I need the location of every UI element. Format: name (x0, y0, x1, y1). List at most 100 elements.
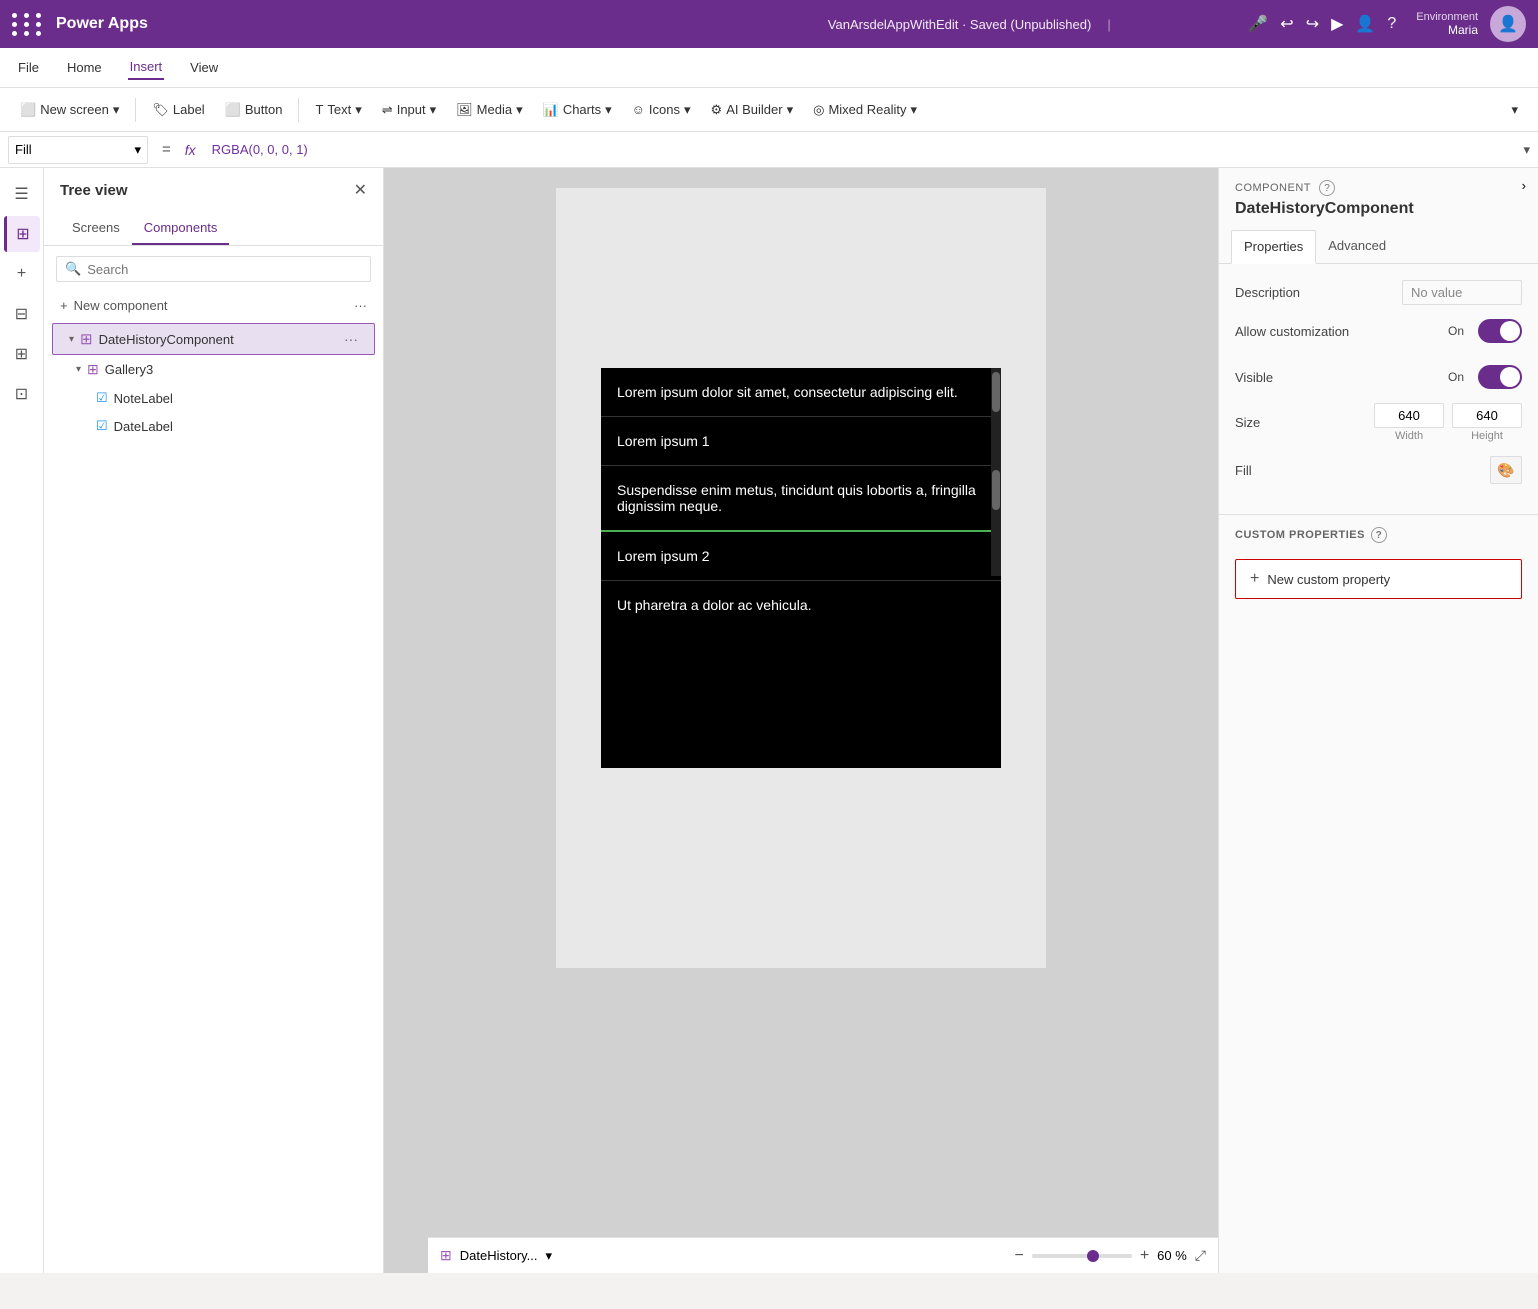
undo-icon[interactable]: ↩ (1280, 14, 1293, 34)
canvas-row-3: Lorem ipsum 2 (601, 532, 1001, 581)
user-add-icon[interactable]: 👤 (1355, 14, 1375, 34)
tree-item-datelabel[interactable]: ☑ DateLabel (44, 412, 383, 440)
text-chevron-icon: ▾ (355, 102, 362, 118)
new-custom-property-button[interactable]: + New custom property (1235, 559, 1522, 599)
chevron-down-icon: ▾ (69, 334, 74, 345)
new-component-button[interactable]: + New component ··· (44, 292, 383, 319)
zoom-slider[interactable] (1032, 1254, 1132, 1258)
side-add-icon[interactable]: + (4, 256, 40, 292)
new-screen-chevron-icon: ▾ (113, 102, 120, 118)
icons-chevron-icon: ▾ (684, 102, 691, 118)
menu-insert[interactable]: Insert (128, 55, 165, 80)
new-prop-plus-icon: + (1250, 570, 1259, 588)
tree-item-notelabel[interactable]: ☑ NoteLabel (44, 384, 383, 412)
formula-expand-icon[interactable]: ▾ (1523, 142, 1530, 158)
tab-advanced[interactable]: Advanced (1316, 230, 1398, 263)
width-field: Width (1374, 403, 1444, 442)
canvas-content: Lorem ipsum dolor sit amet, consectetur … (556, 188, 1046, 968)
fill-preview[interactable]: 🎨 (1490, 456, 1522, 484)
tree-item-datehistorycomponent[interactable]: ▾ ⊞ DateHistoryComponent ··· (52, 323, 375, 355)
more-button[interactable]: ▾ (1503, 98, 1526, 122)
screen-grid-icon: ⊞ (440, 1247, 452, 1264)
mic-icon[interactable]: 🎤 (1248, 14, 1268, 34)
mixed-reality-button[interactable]: ◎ Mixed Reality ▾ (805, 98, 925, 122)
screen-chevron-icon[interactable]: ▾ (546, 1248, 553, 1264)
right-panel-expand-icon[interactable]: › (1522, 178, 1526, 193)
new-screen-button[interactable]: ⬜ New screen ▾ (12, 98, 127, 122)
side-menu-icon[interactable]: ☰ (4, 176, 40, 212)
canvas-row-1: Lorem ipsum 1 (601, 417, 1001, 466)
label-button[interactable]: 🏷 Label (144, 98, 212, 122)
tab-screens[interactable]: Screens (60, 212, 132, 245)
user-avatar[interactable]: 👤 (1490, 6, 1526, 42)
component-help-icon[interactable]: ? (1319, 180, 1335, 196)
tree-items: ▾ ⊞ DateHistoryComponent ··· ▾ ⊞ Gallery… (44, 319, 383, 1273)
item-more-icon[interactable]: ··· (344, 331, 358, 347)
mr-icon: ◎ (813, 102, 824, 118)
property-dropdown[interactable]: Fill ▾ (8, 136, 148, 164)
menu-file[interactable]: File (16, 56, 41, 79)
search-input[interactable] (87, 262, 362, 277)
zoom-minus-icon[interactable]: − (1014, 1247, 1023, 1265)
allow-customization-toggle[interactable] (1478, 319, 1522, 343)
ai-builder-button[interactable]: ⚙ AI Builder ▾ (703, 98, 802, 122)
separator-2 (298, 98, 299, 122)
text-button[interactable]: T Text ▾ (307, 98, 369, 122)
icons-button[interactable]: ☺ Icons ▾ (624, 98, 699, 122)
description-label: Description (1235, 285, 1300, 300)
visible-toggle[interactable] (1478, 365, 1522, 389)
height-input[interactable] (1452, 403, 1522, 428)
label-icon: 🏷 (152, 102, 169, 118)
button-button[interactable]: ⬜ Button (217, 98, 291, 122)
side-variables-icon[interactable]: ⊞ (4, 336, 40, 372)
topbar: Power Apps VanArsdelAppWithEdit · Saved … (0, 0, 1538, 48)
side-tree-icon[interactable]: ⊞ (4, 216, 40, 252)
toolbar: ⬜ New screen ▾ 🏷 Label ⬜ Button T Text ▾… (0, 88, 1538, 132)
component-icon: ⊞ (80, 330, 93, 348)
allow-customization-field: Allow customization On (1235, 319, 1522, 343)
zoom-value: 60 % (1157, 1248, 1187, 1263)
mr-chevron-icon: ▾ (910, 102, 917, 118)
side-data-icon[interactable]: ⊟ (4, 296, 40, 332)
zoom-expand-icon[interactable]: ⤢ (1195, 1247, 1206, 1264)
height-field: Height (1452, 403, 1522, 442)
help-icon[interactable]: ? (1387, 15, 1396, 33)
width-input[interactable] (1374, 403, 1444, 428)
tab-components[interactable]: Components (132, 212, 230, 245)
input-button[interactable]: ⇌ Input ▾ (374, 98, 444, 122)
description-value[interactable]: No value (1402, 280, 1522, 305)
play-icon[interactable]: ▶ (1331, 14, 1343, 34)
main-layout: ☰ ⊞ + ⊟ ⊞ ⊡ Tree view ✕ Screens Componen… (0, 168, 1538, 1273)
dropdown-chevron-icon: ▾ (134, 142, 141, 158)
visible-on-label: On (1448, 370, 1464, 384)
media-button[interactable]: 🖼 Media ▾ (448, 98, 530, 122)
fill-field: Fill 🎨 (1235, 456, 1522, 484)
tree-item-gallery3[interactable]: ▾ ⊞ Gallery3 (44, 355, 383, 384)
more-chevron-icon: ▾ (1511, 102, 1518, 118)
apps-grid-icon[interactable] (12, 13, 44, 36)
charts-button[interactable]: 📊 Charts ▾ (535, 98, 620, 122)
side-media-icon[interactable]: ⊡ (4, 376, 40, 412)
fill-icon: 🎨 (1497, 462, 1514, 479)
zoom-plus-icon[interactable]: + (1140, 1247, 1149, 1265)
ai-chevron-icon: ▾ (787, 102, 794, 118)
environment-info: Environment Maria (1416, 11, 1478, 37)
input-icon: ⇌ (382, 102, 393, 118)
topbar-actions: 🎤 ↩ ↪ ▶ 👤 ? (1248, 14, 1396, 34)
tab-properties[interactable]: Properties (1231, 230, 1316, 264)
menu-home[interactable]: Home (65, 56, 104, 79)
tree-tabs: Screens Components (44, 212, 383, 246)
canvas-row-0: Lorem ipsum dolor sit amet, consectetur … (601, 368, 1001, 417)
side-icons: ☰ ⊞ + ⊟ ⊞ ⊡ (0, 168, 44, 1273)
formula-input[interactable]: RGBA(0, 0, 0, 1) (204, 142, 1516, 157)
media-chevron-icon: ▾ (516, 102, 523, 118)
redo-icon[interactable]: ↪ (1306, 14, 1319, 34)
tree-close-icon[interactable]: ✕ (354, 180, 367, 200)
new-component-more-icon[interactable]: ··· (354, 298, 367, 313)
custom-props-help-icon[interactable]: ? (1371, 527, 1387, 543)
height-label: Height (1471, 430, 1503, 442)
canvas-row-2: Suspendisse enim metus, tincidunt quis l… (601, 466, 1001, 532)
menu-view[interactable]: View (188, 56, 220, 79)
text-icon: T (315, 102, 323, 117)
properties-section: Description No value Allow customization… (1219, 264, 1538, 514)
